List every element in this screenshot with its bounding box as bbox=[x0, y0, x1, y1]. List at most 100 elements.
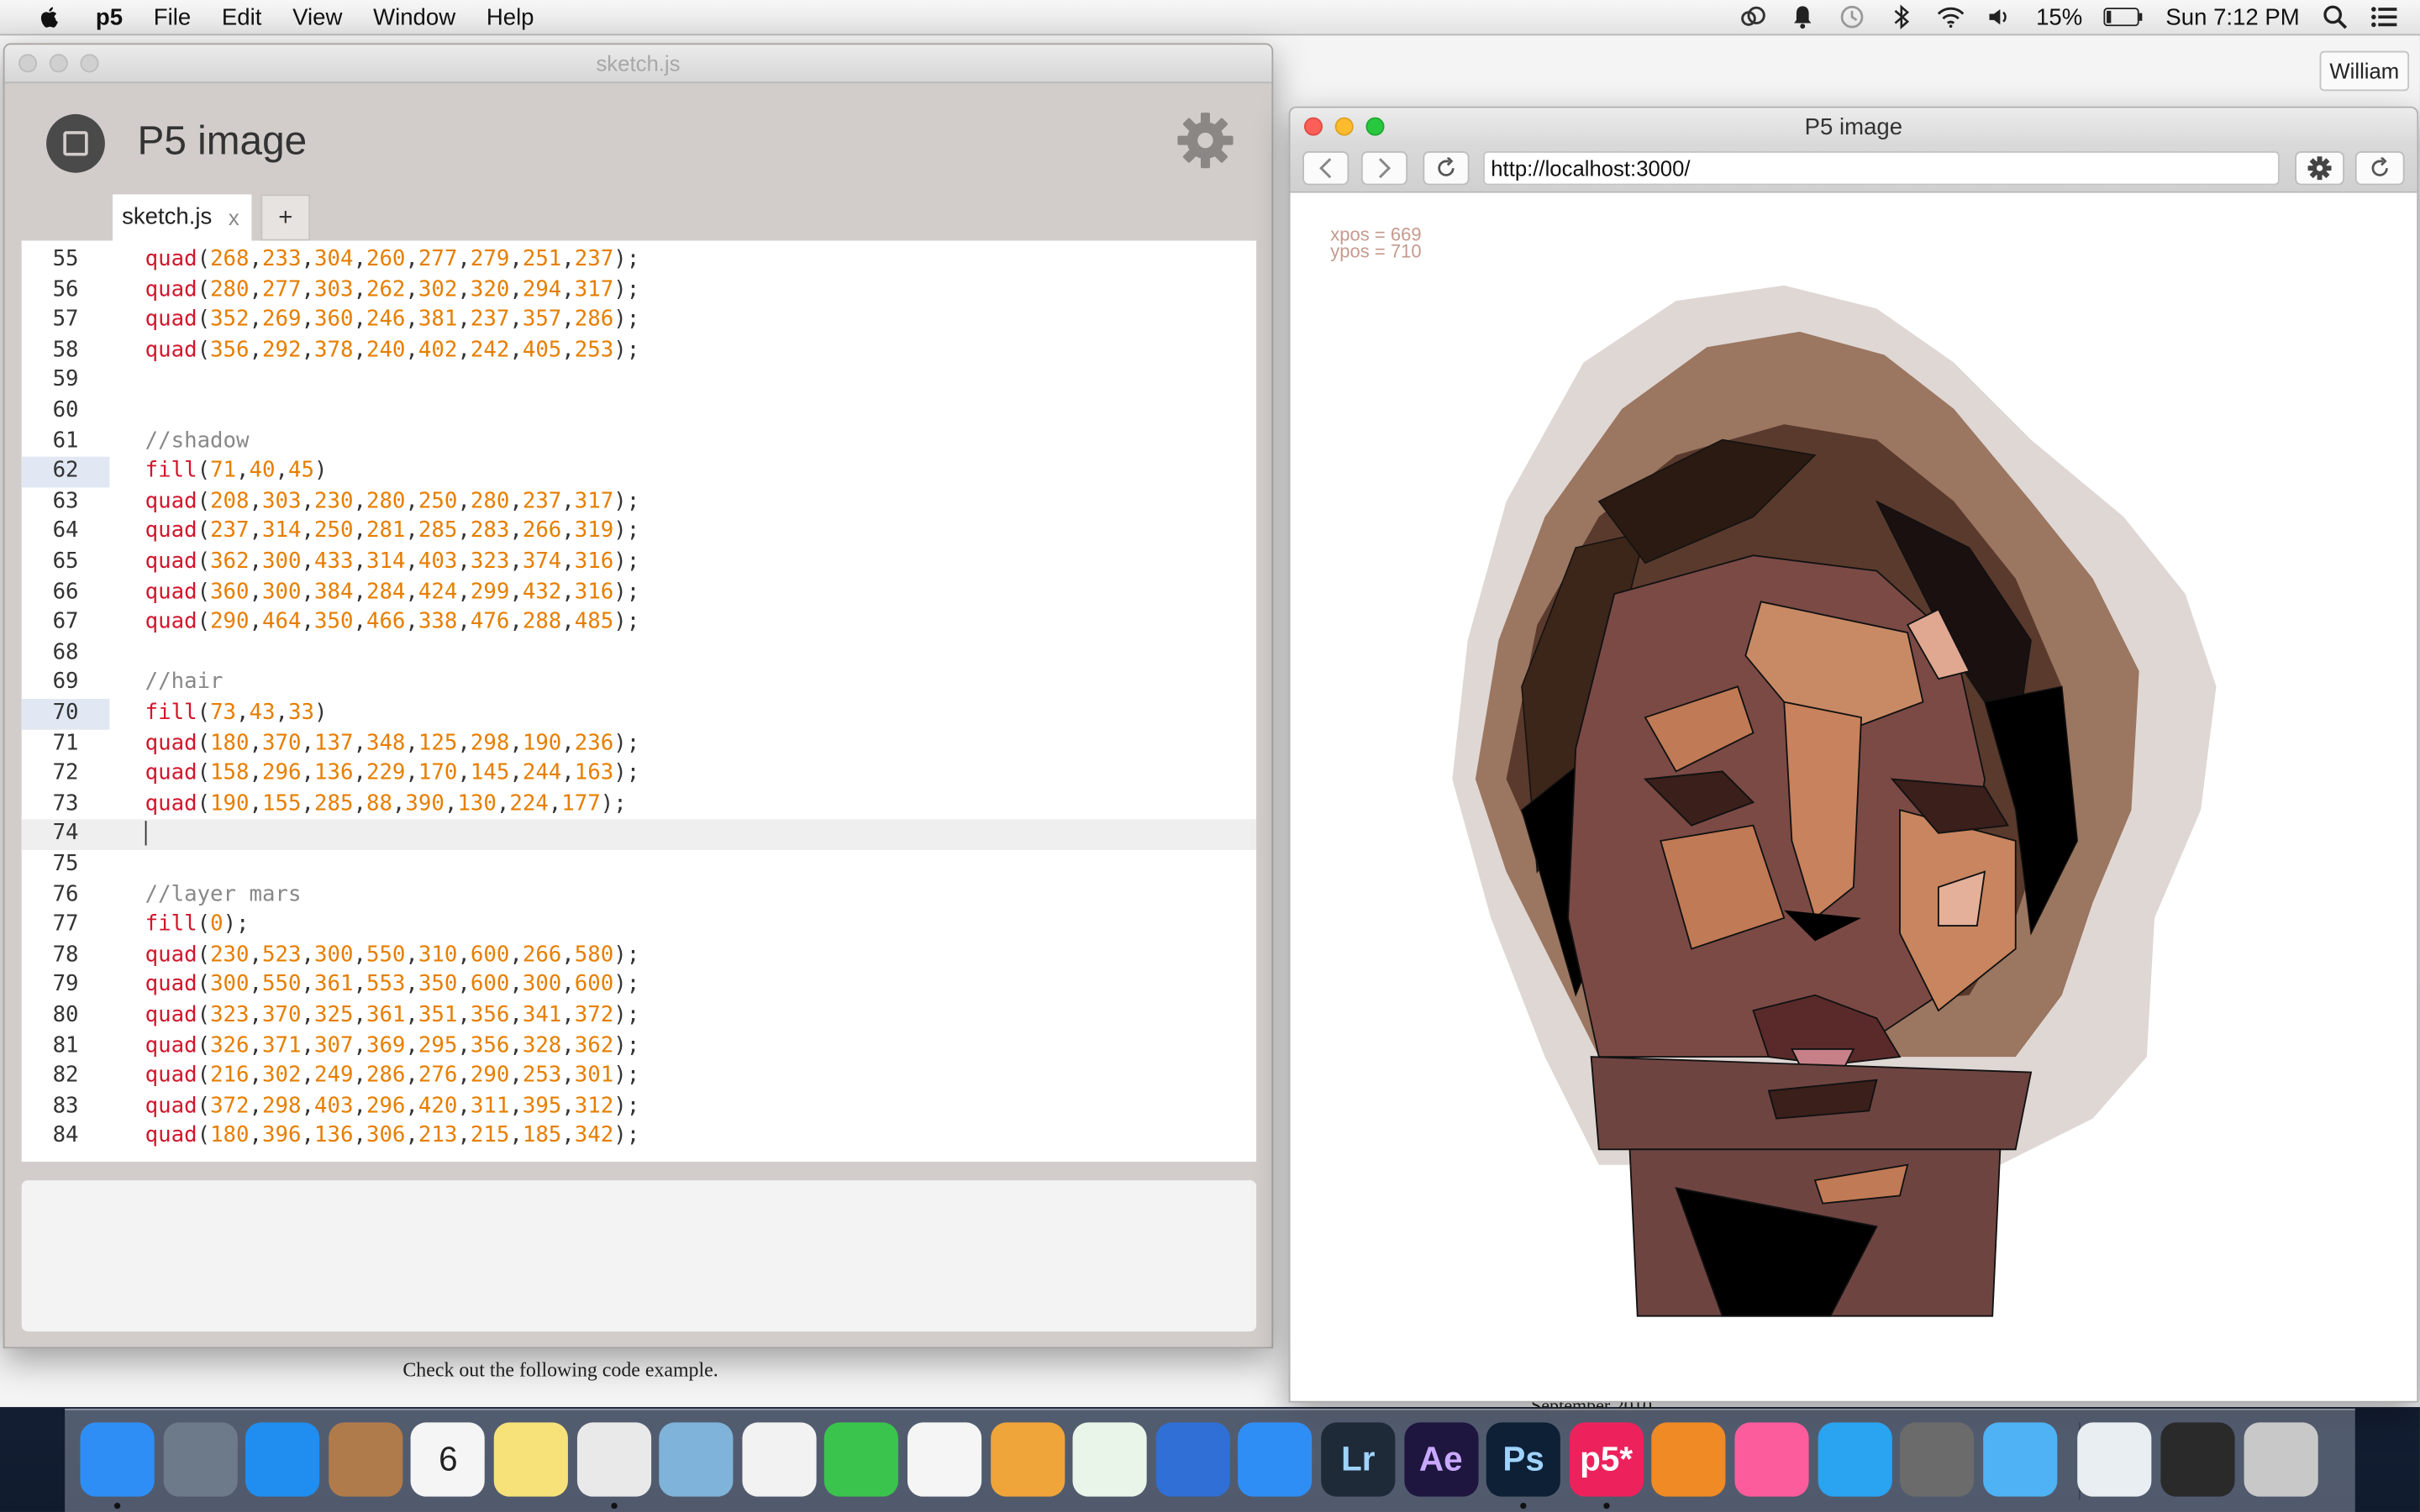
facetime-icon[interactable] bbox=[824, 1422, 899, 1497]
browser-minimize-button[interactable] bbox=[1334, 117, 1354, 136]
browser-titlebar[interactable]: P5 image bbox=[1290, 108, 2417, 147]
code-line[interactable]: 70 fill(73,43,33) bbox=[21, 699, 1256, 730]
code-line[interactable]: 62 fill(71,40,45) bbox=[21, 457, 1256, 487]
code-token: ( bbox=[197, 337, 211, 363]
code-line[interactable]: 65 quad(362,300,433,314,403,323,374,316); bbox=[22, 548, 1256, 578]
code-line[interactable]: 66 quad(360,300,384,284,424,299,432,316); bbox=[22, 578, 1256, 608]
system-preferences-icon[interactable] bbox=[1900, 1422, 1975, 1497]
clock[interactable]: Sun 7:12 PM bbox=[2165, 4, 2299, 30]
menu-view[interactable]: View bbox=[292, 4, 342, 30]
lightroom-icon[interactable]: Lr bbox=[1321, 1422, 1396, 1497]
calendar-icon[interactable]: 6 bbox=[411, 1422, 486, 1497]
messages-icon[interactable] bbox=[1982, 1422, 2057, 1497]
spotlight-search-icon[interactable] bbox=[2321, 5, 2349, 29]
contacts-icon[interactable] bbox=[328, 1422, 403, 1497]
code-line[interactable]: 63 quad(208,303,230,280,250,280,237,317); bbox=[22, 487, 1256, 517]
menu-edit[interactable]: Edit bbox=[222, 4, 261, 30]
apple-icon[interactable] bbox=[37, 5, 61, 29]
numbers-icon[interactable] bbox=[1072, 1422, 1148, 1497]
back-button[interactable] bbox=[1302, 150, 1349, 186]
code-line[interactable]: 84 quad(180,396,136,306,213,215,185,342); bbox=[22, 1122, 1256, 1152]
menu-file[interactable]: File bbox=[154, 4, 191, 30]
stop-button[interactable] bbox=[46, 113, 105, 173]
code-line[interactable]: 56 quad(280,277,303,262,302,320,294,317); bbox=[22, 276, 1256, 306]
itunes-icon[interactable] bbox=[1734, 1422, 1809, 1497]
code-line[interactable]: 59 bbox=[22, 366, 1256, 396]
browser-refresh-button[interactable] bbox=[2354, 150, 2405, 186]
creative-cloud-icon[interactable] bbox=[1739, 5, 1767, 29]
code-line[interactable]: 74 bbox=[21, 820, 1257, 850]
add-tab-button[interactable]: + bbox=[260, 194, 311, 241]
p5-icon[interactable]: p5* bbox=[1569, 1422, 1644, 1497]
document-thumb-icon[interactable] bbox=[2077, 1422, 2153, 1497]
close-button[interactable] bbox=[18, 54, 38, 73]
code-line[interactable]: 80 quad(323,370,325,361,351,356,341,372); bbox=[22, 1001, 1256, 1032]
code-line[interactable]: 58 quad(356,292,378,240,402,242,405,253); bbox=[22, 336, 1256, 366]
settings-gear-icon[interactable] bbox=[1175, 109, 1236, 171]
trash-icon[interactable] bbox=[2243, 1422, 2317, 1497]
pages-icon[interactable] bbox=[990, 1422, 1065, 1497]
code-line[interactable]: 68 bbox=[22, 638, 1256, 669]
tab-sketch-js[interactable]: sketch.js x bbox=[113, 194, 252, 241]
code-editor[interactable]: 55 quad(268,233,304,260,277,279,251,237);… bbox=[21, 240, 1257, 1163]
photoshop-thumb-icon[interactable] bbox=[2160, 1422, 2235, 1497]
code-line[interactable]: 82 quad(216,302,249,286,276,290,253,301); bbox=[22, 1062, 1256, 1092]
code-line[interactable]: 64 quad(237,314,250,281,285,283,266,319); bbox=[22, 517, 1256, 548]
app-store-icon[interactable] bbox=[1817, 1422, 1892, 1497]
menu-p5[interactable]: p5 bbox=[96, 4, 123, 30]
code-line[interactable]: 71 quad(180,370,137,348,125,298,190,236); bbox=[22, 729, 1256, 759]
bluetooth-icon[interactable] bbox=[1888, 4, 1916, 29]
dock-icon-label: 6 bbox=[439, 1439, 458, 1478]
browser-zoom-button[interactable] bbox=[1365, 117, 1385, 136]
browser-close-button[interactable] bbox=[1304, 117, 1323, 136]
p5-canvas[interactable]: xpos = 669 ypos = 710 bbox=[1290, 192, 2417, 1401]
code-line[interactable]: 55 quad(268,233,304,260,277,279,251,237); bbox=[22, 245, 1256, 276]
browser-settings-button[interactable] bbox=[2295, 150, 2344, 186]
preview-icon[interactable] bbox=[659, 1422, 734, 1497]
code-line[interactable]: 73 quad(190,155,285,88,390,130,224,177); bbox=[22, 790, 1256, 820]
menu-help[interactable]: Help bbox=[487, 4, 534, 30]
zoom-button[interactable] bbox=[80, 54, 99, 73]
code-line[interactable]: 77 fill(0); bbox=[22, 911, 1256, 941]
code-line[interactable]: 75 bbox=[22, 850, 1256, 880]
battery-icon[interactable] bbox=[2103, 5, 2144, 29]
safari-icon[interactable] bbox=[245, 1422, 320, 1497]
after-effects-icon[interactable]: Ae bbox=[1403, 1422, 1478, 1497]
notification-center-icon[interactable] bbox=[2370, 5, 2398, 29]
code-line[interactable]: 57 quad(352,269,360,246,381,237,357,286); bbox=[22, 306, 1256, 336]
code-line[interactable]: 79 quad(300,550,361,553,350,600,300,600); bbox=[22, 971, 1256, 1001]
menu-window[interactable]: Window bbox=[373, 4, 455, 30]
code-token: 420 bbox=[418, 1093, 458, 1119]
code-line[interactable]: 78 quad(230,523,300,550,310,600,266,580); bbox=[22, 941, 1256, 971]
minimize-button[interactable] bbox=[49, 54, 68, 73]
chrome-icon[interactable] bbox=[576, 1422, 651, 1497]
forward-button[interactable] bbox=[1360, 150, 1408, 186]
reload-button[interactable] bbox=[1423, 150, 1470, 186]
time-machine-icon[interactable] bbox=[1839, 5, 1866, 29]
code-line[interactable]: 60 bbox=[22, 396, 1256, 427]
code-line[interactable]: 72 quad(158,296,136,229,170,145,244,163); bbox=[22, 759, 1256, 790]
console-panel[interactable] bbox=[21, 1180, 1257, 1332]
launchpad-icon[interactable] bbox=[162, 1422, 238, 1497]
wifi-icon[interactable] bbox=[1938, 5, 1965, 29]
openoffice-icon[interactable] bbox=[1238, 1422, 1313, 1497]
code-line[interactable]: 76 //layer mars bbox=[22, 880, 1256, 911]
finder-icon[interactable] bbox=[80, 1422, 155, 1497]
user-account-button[interactable]: William bbox=[2319, 50, 2410, 92]
tab-close-icon[interactable]: x bbox=[229, 194, 239, 240]
editor-titlebar[interactable]: sketch.js bbox=[4, 45, 1272, 84]
code-line[interactable]: 69 //hair bbox=[22, 669, 1256, 699]
code-line[interactable]: 61 //shadow bbox=[22, 427, 1256, 457]
notification-bell-icon[interactable] bbox=[1789, 5, 1817, 29]
textedit-icon[interactable] bbox=[907, 1422, 982, 1497]
code-line[interactable]: 83 quad(372,298,403,296,420,311,395,312); bbox=[22, 1092, 1256, 1122]
keynote-icon[interactable] bbox=[1155, 1422, 1230, 1497]
code-line[interactable]: 81 quad(326,371,307,369,295,356,328,362); bbox=[22, 1032, 1256, 1062]
photoshop-icon[interactable]: Ps bbox=[1486, 1422, 1561, 1497]
notes-icon[interactable] bbox=[493, 1422, 568, 1497]
volume-icon[interactable] bbox=[1986, 5, 2014, 29]
url-field[interactable]: http://localhost:3000/ bbox=[1483, 150, 2280, 186]
blender-icon[interactable] bbox=[1651, 1422, 1727, 1497]
code-line[interactable]: 67 quad(290,464,350,466,338,476,288,485); bbox=[22, 608, 1256, 638]
photos-icon[interactable] bbox=[742, 1422, 817, 1497]
